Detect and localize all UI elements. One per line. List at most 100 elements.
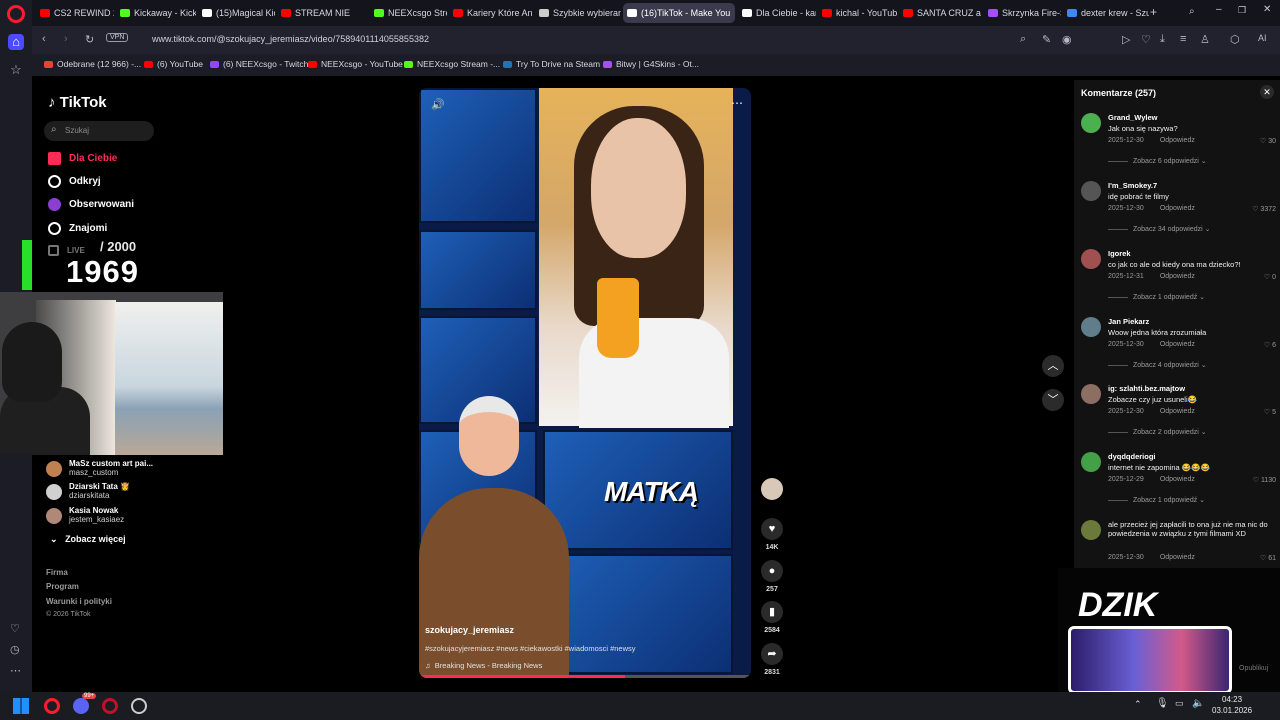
camera-icon[interactable]: ◉ [1062, 33, 1072, 46]
bookmark-item[interactable]: Bitwy | G4Skins - Ot... [603, 59, 699, 69]
avatar[interactable] [1081, 452, 1101, 472]
history-icon[interactable]: ◷ [10, 643, 20, 656]
publish-button[interactable]: Opublikuj [1239, 665, 1268, 672]
heart-icon[interactable]: ♡ [1141, 33, 1151, 46]
suggested-account[interactable]: Dziarski Tata 👸 dziarskitata [46, 482, 130, 500]
footer-company-link[interactable]: Firma [46, 568, 68, 577]
comment-author[interactable]: Igorek [1108, 249, 1131, 258]
play-icon[interactable]: ▷ [1122, 33, 1130, 46]
reply-button[interactable]: Odpowiedz [1160, 554, 1195, 561]
bookmark-item[interactable]: (6) NEEXcsgo - Twitch [210, 59, 308, 69]
more-options-icon[interactable]: ⋯ [731, 96, 743, 110]
search-input[interactable]: ⌕ Szukaj [44, 121, 154, 141]
comment-author[interactable]: Grand_Wylew [1108, 113, 1157, 122]
browser-tab[interactable]: NEEXcsgo Stream [370, 3, 447, 23]
avatar[interactable] [1081, 384, 1101, 404]
back-icon[interactable]: ‹ [42, 33, 46, 45]
download-icon[interactable]: ⤓ [1160, 33, 1165, 46]
avatar[interactable] [1081, 520, 1101, 540]
avatar[interactable] [1081, 181, 1101, 201]
url-field[interactable]: www.tiktok.com/@szokujacy_jeremiasz/vide… [152, 34, 429, 44]
comment-like-button[interactable]: ♡ 1130 [1253, 476, 1276, 484]
avatar[interactable] [1081, 249, 1101, 269]
browser-tab[interactable]: CS2 REWIND 202 [36, 3, 114, 23]
opera-gx-taskbar-icon[interactable] [102, 698, 118, 714]
forward-icon[interactable]: › [64, 33, 68, 45]
nav-explore[interactable]: Odkryj [48, 175, 101, 188]
bookmark-item[interactable]: NEEXcsgo - YouTube [308, 59, 403, 69]
tiktok-logo[interactable]: ♪ TikTok [48, 94, 107, 111]
heart-icon[interactable]: ♡ [10, 622, 20, 635]
opera-logo[interactable] [7, 5, 25, 23]
save-button[interactable]: ▮ 2584 [761, 601, 783, 634]
browser-tab[interactable]: SANTA CRUZ ale [899, 3, 981, 23]
clock[interactable]: 04:23 03.01.2026 [1212, 694, 1252, 716]
comment-author[interactable]: dyqdqderiogi [1108, 452, 1156, 461]
browser-tab[interactable]: Skrzynka Fire-Se [984, 3, 1061, 23]
comment-like-button[interactable]: ♡ 0 [1264, 273, 1276, 281]
browser-tab[interactable]: dexter krew - Szu [1063, 3, 1149, 23]
windows-start-icon[interactable] [13, 698, 29, 714]
reply-button[interactable]: Odpowiedz [1160, 137, 1195, 144]
browser-tab[interactable]: (16)TikTok - Make You [623, 3, 735, 23]
reload-icon[interactable]: ↻ [85, 33, 94, 46]
discord-taskbar-icon[interactable] [73, 698, 89, 714]
reply-button[interactable]: Odpowiedz [1160, 408, 1195, 415]
see-more-button[interactable]: ⌄ Zobacz więcej [50, 534, 126, 545]
nav-for-you[interactable]: Dla Ciebie [48, 152, 117, 165]
ai-button[interactable]: AI [1258, 33, 1267, 43]
reply-button[interactable]: Odpowiedz [1160, 205, 1195, 212]
video-hashtags[interactable]: #szokujacyjeremiasz #news #ciekawostki #… [425, 644, 636, 653]
cube-icon[interactable]: ⬡ [1230, 33, 1240, 46]
view-replies-button[interactable]: Zobacz 2 odpowiedzi ⌄ [1108, 428, 1207, 436]
footer-program-link[interactable]: Program [46, 582, 79, 591]
suggested-account[interactable]: MaSz custom art pai... masz_custom [46, 459, 153, 477]
search-icon[interactable]: ⌕ [1020, 33, 1026, 46]
profile-icon[interactable]: ♙ [1200, 33, 1210, 46]
browser-tab[interactable]: Kariery Które An [449, 3, 533, 23]
suggested-account[interactable]: Kasia Nowak jestem_kasiaez [46, 506, 124, 524]
reply-button[interactable]: Odpowiedz [1160, 341, 1195, 348]
network-icon[interactable]: ▭ [1175, 698, 1184, 709]
minimize-icon[interactable]: – [1216, 4, 1222, 15]
more-icon[interactable]: ⋯ [10, 664, 21, 677]
settings-taskbar-icon[interactable] [131, 698, 147, 714]
avatar[interactable] [1081, 113, 1101, 133]
speaker-icon[interactable]: 🔈 [1192, 698, 1204, 709]
view-replies-button[interactable]: Zobacz 34 odpowiedzi ⌄ [1108, 225, 1210, 233]
volume-icon[interactable]: 🔊 [431, 98, 445, 111]
nav-friends[interactable]: Znajomi [48, 222, 107, 235]
browser-tab[interactable]: Kickaway - Kick C [116, 3, 196, 23]
comment-like-button[interactable]: ♡ 5 [1264, 408, 1276, 416]
microphone-icon[interactable]: 🎙 [1156, 698, 1169, 709]
close-icon[interactable]: ✕ [1260, 85, 1274, 99]
restore-icon[interactable]: ❐ [1238, 5, 1246, 16]
bookmark-item[interactable]: Odebrane (12 966) -... [44, 59, 141, 69]
search-tabs-icon[interactable]: ⌕ [1189, 6, 1195, 17]
avatar[interactable] [1081, 317, 1101, 337]
bookmark-item[interactable]: NEEXcsgo Stream -... [404, 59, 500, 69]
comment-like-button[interactable]: ♡ 61 [1260, 554, 1276, 562]
previous-video-button[interactable]: ︿ [1042, 355, 1064, 377]
comment-like-button[interactable]: ♡ 30 [1260, 137, 1276, 145]
vpn-badge[interactable]: VPN [106, 33, 129, 42]
share-button[interactable]: ➦ 2831 [761, 643, 783, 676]
view-replies-button[interactable]: Zobacz 4 odpowiedzi ⌄ [1108, 361, 1207, 369]
browser-tab[interactable]: (15)Magical Kick [198, 3, 275, 23]
browser-tab[interactable]: STREAM NIE [277, 3, 367, 23]
star-icon[interactable]: ☆ [8, 62, 24, 78]
creator-avatar[interactable] [761, 478, 783, 500]
like-button[interactable]: ♥ 14K [761, 518, 783, 551]
browser-tab[interactable]: Dla Ciebie - kana [738, 3, 816, 23]
opera-taskbar-icon[interactable] [44, 698, 60, 714]
browser-tab[interactable]: Szybkie wybieran [535, 3, 621, 23]
view-replies-button[interactable]: Zobacz 6 odpowiedzi ⌄ [1108, 157, 1207, 165]
tray-chevron-icon[interactable]: ⌃ [1134, 699, 1142, 710]
nav-following[interactable]: Obserwowani [48, 198, 134, 211]
comment-like-button[interactable]: ♡ 6 [1264, 341, 1276, 349]
view-replies-button[interactable]: Zobacz 1 odpowiedź ⌄ [1108, 496, 1205, 504]
comment-author[interactable]: I'm_Smokey.7 [1108, 181, 1157, 190]
close-window-icon[interactable]: ✕ [1263, 4, 1271, 15]
menu-icon[interactable]: ≡ [1180, 33, 1186, 45]
footer-terms-link[interactable]: Warunki i polityki [46, 597, 112, 606]
